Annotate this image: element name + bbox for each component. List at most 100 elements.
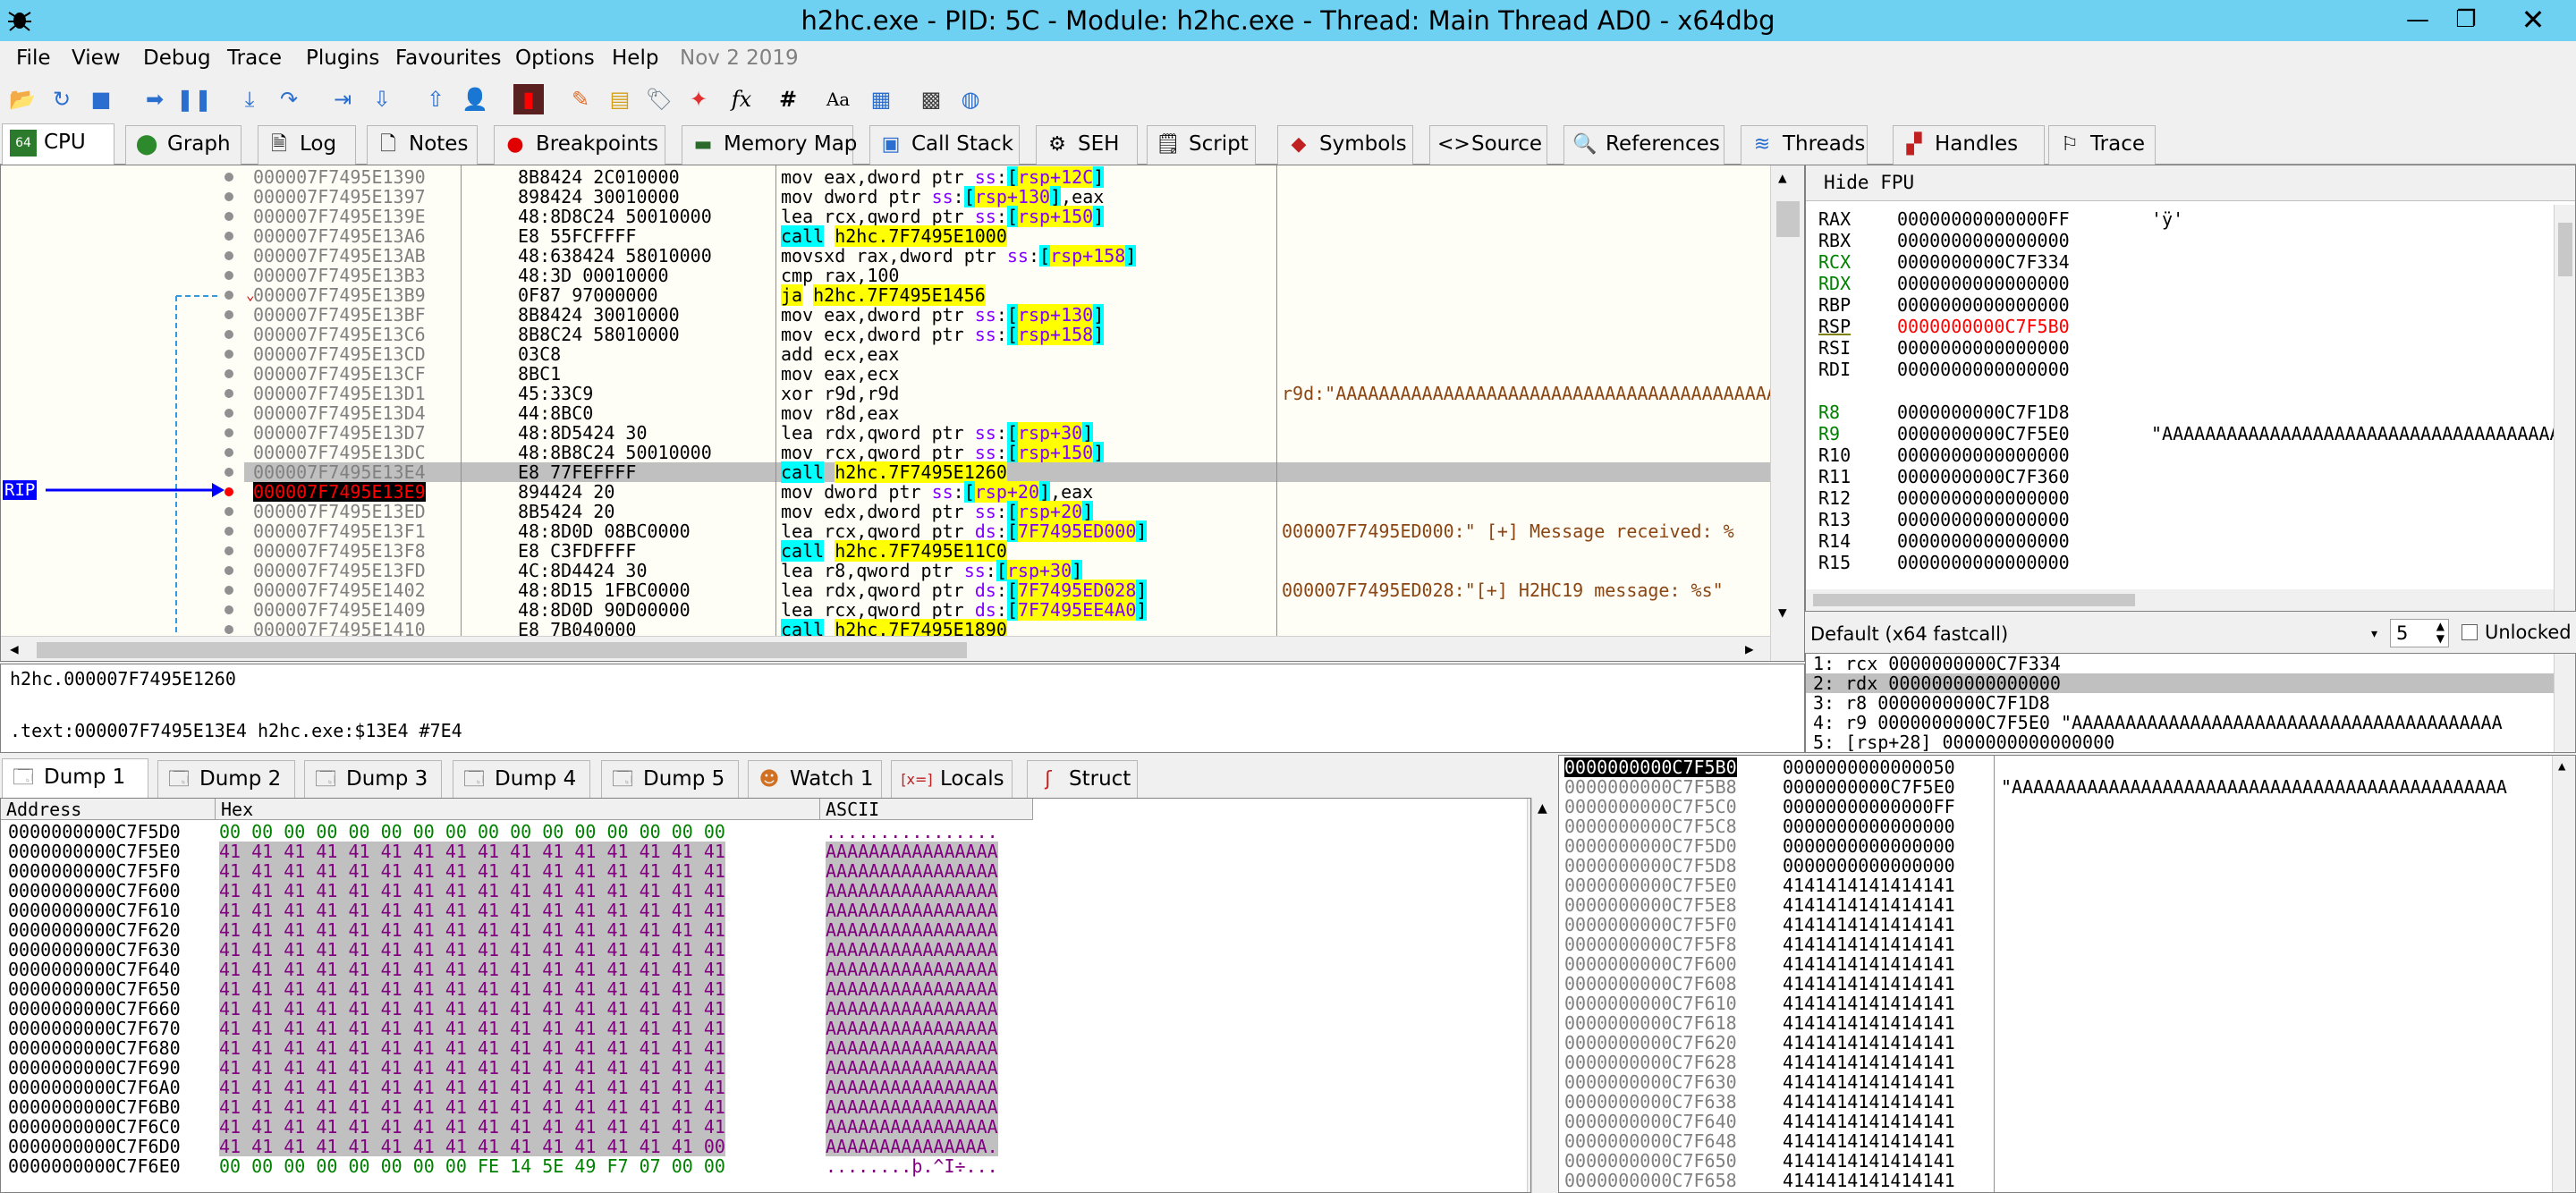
tab-locals[interactable]: [x=] Locals	[891, 760, 1013, 800]
register-row[interactable]: RDI 0000000000000000	[1818, 359, 2151, 380]
breakpoint-dot[interactable]	[225, 428, 233, 437]
dump-hex[interactable]: 41 41 41 41 41 41 41 41 41 41 41 41 41 4…	[219, 1019, 725, 1038]
dump-hex[interactable]: 00 00 00 00 00 00 00 00 00 00 00 00 00 0…	[219, 822, 725, 842]
menu-options[interactable]: Options	[515, 45, 595, 72]
breakpoint-dot[interactable]	[225, 291, 233, 300]
disasm-row[interactable]: 000007F7495E13BF 8B8424 30010000 mov eax,d…	[244, 304, 1770, 326]
tab-seh[interactable]: ⚙ SEH	[1036, 125, 1138, 165]
hash-icon[interactable]: #	[773, 84, 803, 114]
tab-handles[interactable]: ▞ Handles	[1893, 125, 2045, 165]
arg-row[interactable]: 3: r8 0000000000C7F1D8	[1813, 693, 2050, 713]
dump-hex[interactable]: 41 41 41 41 41 41 41 41 41 41 41 41 41 4…	[219, 861, 725, 881]
disasm-row[interactable]: 000007F7495E13E9 894424 20 mov dword ptr s…	[244, 481, 1770, 503]
disasm-row[interactable]: 000007F7495E13D7 48:8D5424 30 lea rdx,qwor…	[244, 422, 1770, 444]
dump-col-hex[interactable]: Hex	[216, 799, 820, 820]
register-value[interactable]: 0000000000000000	[1897, 509, 2151, 530]
breakpoint-dot[interactable]	[225, 232, 233, 241]
tab-dump-3[interactable]: 🗔 Dump 3	[304, 760, 442, 800]
register-row[interactable]: RBP 0000000000000000	[1818, 294, 2151, 316]
run-icon[interactable]: ➡	[140, 84, 170, 114]
hide-fpu-button[interactable]: Hide FPU	[1824, 171, 1914, 194]
scroll-thumb[interactable]	[1776, 201, 1800, 237]
tab-log[interactable]: 🗎 Log	[258, 125, 356, 165]
disasm-scrollbar[interactable]: ▲ ▼	[1770, 165, 1804, 661]
breakpoint-dot[interactable]	[225, 546, 233, 555]
register-value[interactable]: 0000000000C7F334	[1897, 251, 2151, 273]
disasm-row[interactable]: 000007F7495E1397 898424 30010000 mov dword…	[244, 186, 1770, 207]
close-window-button[interactable]: ✕	[2490, 0, 2576, 39]
tab-source[interactable]: <> Source	[1429, 125, 1547, 165]
register-row[interactable]: RSP 0000000000C7F5B0	[1818, 316, 2151, 337]
breakpoint-dot[interactable]	[225, 369, 233, 378]
arg-row[interactable]: 1: rcx 0000000000C7F334	[1813, 654, 2061, 673]
arg-row[interactable]: 5: [rsp+28] 0000000000000000	[1813, 732, 2114, 752]
register-row[interactable]: R11 0000000000C7F360	[1818, 466, 2151, 487]
register-row[interactable]: R10 0000000000000000	[1818, 444, 2151, 466]
register-row[interactable]: RBX 0000000000000000	[1818, 230, 2151, 251]
disasm-row[interactable]: 000007F7495E13D1 45:33C9 xor r9d,r9d r9d:"A…	[244, 384, 1788, 403]
stack-view[interactable]: 0000000000C7F5B0 0000000000000050 00000000…	[1558, 755, 2576, 1193]
restart-icon[interactable]: ↻	[47, 84, 77, 114]
calling-convention-select[interactable]: Default (x64 fastcall) ▾	[1810, 621, 2383, 647]
menu-trace[interactable]: Trace	[227, 45, 282, 72]
register-value[interactable]: 0000000000000000	[1897, 273, 2151, 294]
tab-memory-map[interactable]: ▬ Memory Map	[682, 125, 857, 165]
registers-scrollbar[interactable]	[2554, 205, 2575, 611]
breakpoint-dot[interactable]	[225, 251, 233, 260]
dump-hex[interactable]: 41 41 41 41 41 41 41 41 41 41 41 41 41 4…	[219, 1137, 725, 1156]
breakpoint-dot[interactable]	[225, 330, 233, 339]
register-row[interactable]: R8 0000000000C7F1D8	[1818, 402, 2151, 423]
disasm-row[interactable]: 000007F7495E1409 48:8D0D 90D00000 lea rcx,…	[244, 599, 1770, 621]
register-row[interactable]: R15 0000000000000000	[1818, 552, 2151, 573]
disasm-row[interactable]: 000007F7495E13E4 E8 77FEFFFF call h2hc.7F7…	[244, 461, 1770, 483]
disasm-row[interactable]: 000007F7495E13B9 0F87 97000000 ja h2hc.7F7…	[244, 284, 1770, 306]
menu-help[interactable]: Help	[612, 45, 658, 72]
register-row[interactable]: R9 0000000000C7F5E0 "AAAAAAAAAAAAAAAAAAAAA…	[1818, 423, 2575, 444]
registers-panel[interactable]: Hide FPU RAX 00000000000000FF'ÿ' RBX 000000…	[1805, 165, 2576, 612]
arg-row-selected[interactable]: 2: rdx 0000000000000000	[1806, 673, 2554, 693]
bookmark-icon[interactable]: ✦	[683, 84, 714, 114]
function-icon[interactable]: fx	[726, 84, 757, 114]
tab-dump-2[interactable]: 🗔 Dump 2	[157, 760, 295, 800]
tab-trace[interactable]: ⚐ Trace	[2048, 125, 2156, 165]
trace-over-icon[interactable]: ⇩	[367, 84, 397, 114]
tab-call-stack[interactable]: ▣ Call Stack	[869, 125, 1020, 165]
breakpoint-dot[interactable]	[225, 212, 233, 221]
dump-hex[interactable]: 41 41 41 41 41 41 41 41 41 41 41 41 41 4…	[219, 1058, 725, 1078]
breakpoint-dot[interactable]	[225, 389, 233, 398]
register-row[interactable]: RSI 0000000000000000	[1818, 337, 2151, 359]
label-icon[interactable]: 🏷	[644, 84, 674, 114]
disasm-row[interactable]: 000007F7495E13D4 44:8BC0 mov r8d,eax	[244, 403, 1770, 423]
arguments-panel[interactable]: 1: rcx 0000000000C7F334 2: rdx 000000000…	[1805, 653, 2576, 753]
breakpoint-dot[interactable]	[225, 350, 233, 359]
dump-hex[interactable]: 41 41 41 41 41 41 41 41 41 41 41 41 41 4…	[219, 1078, 725, 1097]
menu-plugins[interactable]: Plugins	[306, 45, 379, 72]
dump-hex[interactable]: 41 41 41 41 41 41 41 41 41 41 41 41 41 4…	[219, 960, 725, 979]
breakpoint-dot[interactable]	[225, 566, 233, 575]
register-row[interactable]: R14 0000000000000000	[1818, 530, 2151, 552]
dump-hex[interactable]: 41 41 41 41 41 41 41 41 41 41 41 41 41 4…	[219, 842, 725, 861]
tab-references[interactable]: 🔍 References	[1563, 125, 1724, 165]
arg-row[interactable]: 4: r9 0000000000C7F5E0 "AAAAAAAAAAAAAAAA…	[1813, 713, 2503, 732]
font-icon[interactable]: Aa	[823, 84, 853, 114]
breakpoint-dot[interactable]	[225, 586, 233, 595]
register-value[interactable]: 0000000000000000	[1897, 552, 2151, 573]
close-icon[interactable]: ■	[86, 84, 116, 114]
breakpoint-dot[interactable]	[225, 448, 233, 457]
breakpoint-dot[interactable]	[225, 173, 233, 182]
register-value[interactable]: 0000000000000000	[1897, 337, 2151, 359]
step-over-icon[interactable]: ↷	[274, 84, 304, 114]
registers-hscrollbar[interactable]	[1806, 589, 2554, 611]
dump-hex[interactable]: 41 41 41 41 41 41 41 41 41 41 41 41 41 4…	[219, 881, 725, 901]
breakpoint-dot[interactable]	[225, 271, 233, 280]
menu-favourites[interactable]: Favourites	[395, 45, 501, 72]
dump-col-ascii[interactable]: ASCII	[820, 799, 1033, 820]
tab-symbols[interactable]: ◆ Symbols	[1277, 125, 1413, 165]
restore-button[interactable]: ❐	[2436, 0, 2496, 39]
tab-dump-5[interactable]: 🗔 Dump 5	[601, 760, 739, 800]
disasm-row[interactable]: 000007F7495E13AB 48:638424 58010000 movsxd…	[244, 245, 1770, 267]
breakpoint-dot[interactable]	[225, 192, 233, 201]
dump-hex[interactable]: 00 00 00 00 00 00 00 00 FE 14 5E 49 F7 0…	[219, 1156, 725, 1176]
tab-dump-1[interactable]: 🗔 Dump 1	[2, 758, 148, 800]
register-row[interactable]: RAX 00000000000000FF'ÿ'	[1818, 208, 2183, 230]
